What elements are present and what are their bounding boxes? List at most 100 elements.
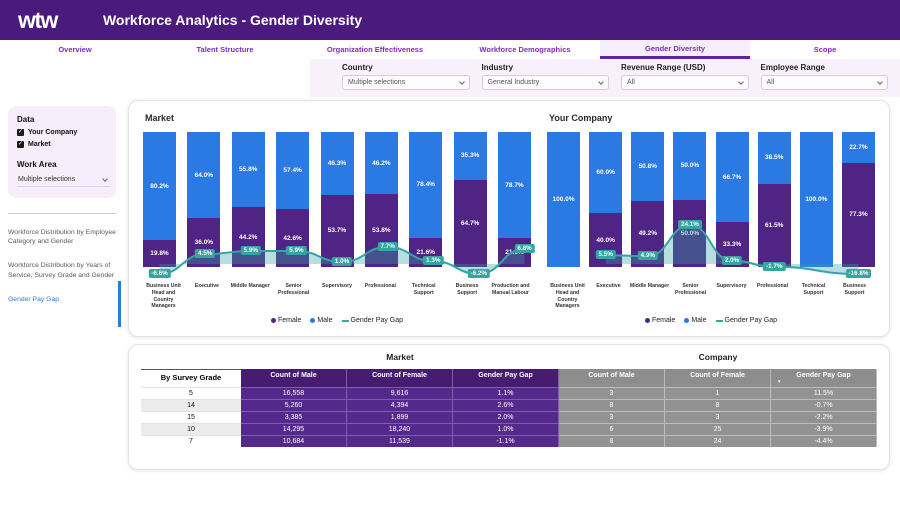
bar-executive[interactable]: 60.0%40.0%	[589, 132, 622, 267]
market-gender-pay-gap-header[interactable]: Gender Pay Gap	[453, 369, 559, 387]
company-cell[interactable]: 8	[665, 399, 771, 411]
market-cell[interactable]: -1.1%	[453, 435, 559, 447]
sidebar-item-workforce-distribution-by-employee-categ[interactable]: Workforce Distribution by Employee Categ…	[8, 228, 116, 246]
company-cell[interactable]: 1	[665, 387, 771, 399]
survey-grade-cell[interactable]: 5	[141, 387, 241, 399]
bar-business-unit-head-and-country-managers[interactable]: 100.0%	[547, 132, 580, 267]
female-segment[interactable]: 50.0%	[673, 200, 706, 268]
country-dropdown[interactable]: Multiple selections	[342, 75, 470, 90]
company-cell[interactable]: 8	[559, 399, 665, 411]
bar-senior-professional[interactable]: 50.0%50.0%	[673, 132, 706, 267]
tab-organization-effectiveness[interactable]: Organization Effectiveness	[300, 40, 450, 59]
market-cell[interactable]: 16,558	[241, 387, 347, 399]
company-cell[interactable]: 3	[559, 387, 665, 399]
male-segment[interactable]: 38.5%	[758, 132, 791, 184]
male-segment[interactable]: 46.3%	[321, 132, 354, 195]
market-count-of-female-header[interactable]: Count of Female	[347, 369, 453, 387]
market-cell[interactable]: 5,260	[241, 399, 347, 411]
checkbox-market[interactable]: ✓Market	[17, 141, 110, 148]
market-cell[interactable]: 11,539	[347, 435, 453, 447]
male-segment[interactable]: 22.7%	[842, 132, 875, 163]
male-segment[interactable]: 50.0%	[673, 132, 706, 200]
female-segment[interactable]: 19.8%	[143, 240, 176, 267]
male-segment[interactable]: 50.8%	[631, 132, 664, 201]
market-cell[interactable]: 2.0%	[453, 411, 559, 423]
female-segment[interactable]: 77.3%	[842, 163, 875, 267]
male-segment[interactable]: 64.0%	[187, 132, 220, 218]
market-cell[interactable]: 3,385	[241, 411, 347, 423]
female-segment[interactable]: 64.7%	[454, 180, 487, 267]
male-segment[interactable]: 46.2%	[365, 132, 398, 194]
bar-executive[interactable]: 64.0%36.0%	[187, 132, 220, 267]
male-segment[interactable]: 100.0%	[800, 132, 833, 267]
company-cell[interactable]: 24	[665, 435, 771, 447]
bar-technical-support[interactable]: 100.0%	[800, 132, 833, 267]
work-area-dropdown[interactable]: Multiple selections	[17, 174, 110, 187]
market-cell[interactable]: 1.0%	[453, 423, 559, 435]
sidebar-item-workforce-distribution-by-years-of-servi[interactable]: Workforce Distribution by Years of Servi…	[8, 261, 116, 279]
market-cell[interactable]: 1,899	[347, 411, 453, 423]
bar-supervisory[interactable]: 66.7%33.3%	[716, 132, 749, 267]
company-cell[interactable]: 25	[665, 423, 771, 435]
market-cell[interactable]: 9,616	[347, 387, 453, 399]
male-segment[interactable]: 78.4%	[409, 132, 442, 238]
male-segment[interactable]: 57.4%	[276, 132, 309, 209]
tab-scope[interactable]: Scope	[750, 40, 900, 59]
market-cell[interactable]: 2.6%	[453, 399, 559, 411]
survey-grade-cell[interactable]: 15	[141, 411, 241, 423]
bar-middle-manager[interactable]: 50.8%49.2%	[631, 132, 664, 267]
female-segment[interactable]: 36.0%	[187, 218, 220, 267]
company-cell[interactable]: -2.2%	[771, 411, 877, 423]
female-segment[interactable]: 61.5%	[758, 184, 791, 267]
male-segment[interactable]: 78.7%	[498, 132, 531, 238]
male-segment[interactable]: 35.3%	[454, 132, 487, 180]
checkbox-your-company[interactable]: ✓Your Company	[17, 129, 110, 136]
company-gender-pay-gap-header[interactable]: Gender Pay Gap▼	[771, 369, 877, 387]
market-cell[interactable]: 14,295	[241, 423, 347, 435]
revenue-range-usd-dropdown[interactable]: All	[621, 75, 749, 90]
male-segment[interactable]: 55.8%	[232, 132, 265, 207]
survey-grade-cell[interactable]: 7	[141, 435, 241, 447]
male-segment[interactable]: 80.2%	[143, 132, 176, 240]
male-value-label: 55.8%	[239, 166, 257, 173]
market-cell[interactable]: 18,240	[347, 423, 453, 435]
tab-overview[interactable]: Overview	[0, 40, 150, 59]
gap-value-badge: 5.9%	[286, 246, 306, 255]
company-cell[interactable]: -0.7%	[771, 399, 877, 411]
sort-descending-icon[interactable]: ▼	[777, 380, 874, 384]
market-cell[interactable]: 4,394	[347, 399, 453, 411]
male-segment[interactable]: 66.7%	[716, 132, 749, 222]
bar-supervisory[interactable]: 46.3%53.7%	[321, 132, 354, 267]
sidebar-item-gender-pay-gap[interactable]: Gender Pay Gap	[8, 295, 116, 304]
bar-technical-support[interactable]: 78.4%21.6%	[409, 132, 442, 267]
company-cell[interactable]: -3.9%	[771, 423, 877, 435]
company-count-of-female-header[interactable]: Count of Female	[665, 369, 771, 387]
gap-value-badge: 4.5%	[195, 249, 215, 258]
female-segment[interactable]: 53.8%	[365, 194, 398, 267]
company-cell[interactable]: 11.5%	[771, 387, 877, 399]
male-segment[interactable]: 100.0%	[547, 132, 580, 267]
male-segment[interactable]: 60.0%	[589, 132, 622, 213]
market-cell[interactable]: 1.1%	[453, 387, 559, 399]
tab-gender-diversity[interactable]: Gender Diversity	[600, 40, 750, 59]
market-count-of-male-header[interactable]: Count of Male	[241, 369, 347, 387]
company-cell[interactable]: -4.4%	[771, 435, 877, 447]
tab-workforce-demographics[interactable]: Workforce Demographics	[450, 40, 600, 59]
tab-talent-structure[interactable]: Talent Structure	[150, 40, 300, 59]
bar-professional[interactable]: 38.5%61.5%	[758, 132, 791, 267]
company-cell[interactable]: 6	[559, 423, 665, 435]
company-cell[interactable]: 3	[665, 411, 771, 423]
female-segment[interactable]: 44.2%	[232, 207, 265, 267]
market-cell[interactable]: 10,684	[241, 435, 347, 447]
survey-grade-cell[interactable]: 10	[141, 423, 241, 435]
company-count-of-male-header[interactable]: Count of Male	[559, 369, 665, 387]
bar-business-support[interactable]: 22.7%77.3%	[842, 132, 875, 267]
bar-business-support[interactable]: 35.3%64.7%	[454, 132, 487, 267]
survey-grade-cell[interactable]: 14	[141, 399, 241, 411]
employee-range-dropdown[interactable]: All	[761, 75, 889, 90]
bar-business-unit-head-and-country-managers[interactable]: 80.2%19.8%	[143, 132, 176, 267]
industry-dropdown[interactable]: General Industry	[482, 75, 610, 90]
company-cell[interactable]: 8	[559, 435, 665, 447]
company-cell[interactable]: 3	[559, 411, 665, 423]
female-segment[interactable]: 42.6%	[276, 209, 309, 267]
